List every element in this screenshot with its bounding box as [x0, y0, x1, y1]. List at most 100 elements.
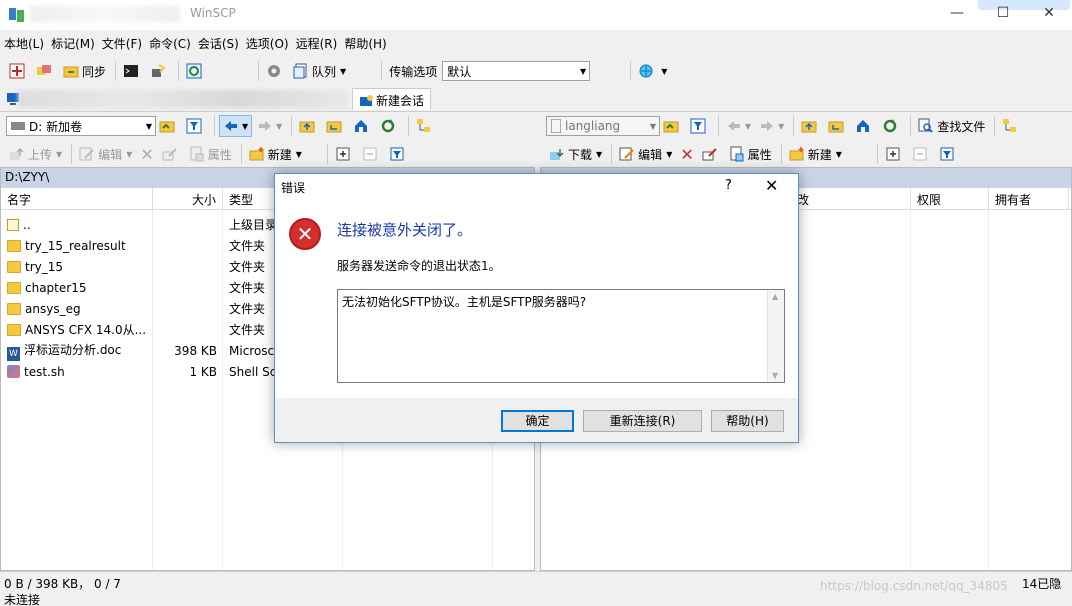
minimize-button[interactable]: — — [934, 0, 980, 30]
right-edit-button[interactable]: 编辑 ▼ — [616, 143, 675, 165]
putty-button[interactable] — [147, 60, 172, 82]
refresh-button[interactable] — [377, 115, 402, 137]
right-unselect-button[interactable] — [909, 143, 934, 165]
menu-session[interactable]: 会话(S) — [194, 32, 242, 52]
right-forward-button[interactable]: ▼ — [756, 115, 787, 137]
sync-button[interactable]: 同步 — [60, 60, 109, 82]
dialog-help-button[interactable]: ? — [725, 178, 732, 193]
tree-button[interactable] — [413, 115, 438, 137]
blurred-title — [30, 6, 180, 22]
left-action-toolbar: 上传 ▼ 编辑 ▼ ✕ 属性 新建 ▼ — [0, 140, 536, 168]
grid-plus-icon — [9, 63, 25, 79]
right-session-select[interactable]: langliang ▼ — [546, 116, 660, 136]
preferences-button[interactable] — [263, 60, 288, 82]
shell-script-icon — [7, 364, 20, 378]
filter-icon — [940, 147, 954, 161]
arrow-left-icon — [728, 121, 740, 131]
transfer-options-select[interactable]: 默认 ▼ — [442, 61, 591, 81]
right-root-dir-button[interactable] — [825, 115, 850, 137]
help-button[interactable]: 帮助(H) — [711, 410, 784, 432]
upload-button[interactable]: 上传 ▼ — [6, 143, 65, 165]
maximize-button[interactable]: ☐ — [980, 0, 1026, 30]
menu-mark[interactable]: 标记(M) — [47, 32, 98, 52]
col-rights-header[interactable]: 权限 — [911, 188, 989, 209]
right-new-button[interactable]: 新建 ▼ — [786, 143, 845, 165]
file-name: .. — [23, 217, 31, 232]
right-filter-select-button[interactable] — [936, 143, 961, 165]
globe-icon — [639, 64, 653, 78]
filter-icon — [390, 147, 404, 161]
add-button[interactable] — [6, 60, 31, 82]
error-sub-message: 服务器发送命令的退出状态1。 — [337, 259, 501, 273]
refresh-session-button[interactable] — [183, 60, 208, 82]
menu-bar: 本地(L) 标记(M) 文件(F) 命令(C) 会话(S) 选项(O) 远程(R) 帮助(H) — [0, 32, 1072, 54]
left-properties-button[interactable]: 属性 — [186, 143, 235, 165]
detail-scrollbar[interactable]: ▲ ▼ — [767, 290, 784, 382]
right-filter-button[interactable] — [687, 115, 712, 137]
new-session-tab[interactable]: 新建会话 — [352, 88, 432, 110]
download-button[interactable]: 下载 ▼ — [546, 143, 605, 165]
col-changed-header[interactable]: 改 — [791, 188, 911, 209]
gear-icon — [268, 65, 281, 77]
network-button[interactable]: ▼ — [635, 60, 670, 82]
home-button[interactable] — [350, 115, 375, 137]
ok-button[interactable]: 确定 — [501, 410, 574, 432]
right-rename-button[interactable] — [699, 143, 724, 165]
right-edit-label: 编辑 — [638, 147, 663, 162]
chevron-down-icon: ▼ — [295, 149, 302, 159]
blurred-session-tab[interactable] — [18, 90, 348, 108]
dialog-close-button[interactable]: ✕ — [765, 176, 778, 195]
left-edit-button[interactable]: 编辑 ▼ — [76, 143, 135, 165]
col-owner-header[interactable]: 拥有者 — [989, 188, 1069, 209]
left-filter-select-button[interactable] — [386, 143, 411, 165]
parent-dir-button[interactable] — [296, 115, 321, 137]
right-home-button[interactable] — [852, 115, 877, 137]
right-props-label: 属性 — [747, 147, 772, 162]
right-properties-button[interactable]: 属性 — [726, 143, 775, 165]
menu-command[interactable]: 命令(C) — [145, 32, 194, 52]
col-name-header[interactable]: 名字 — [1, 188, 153, 209]
right-refresh-button[interactable] — [879, 115, 904, 137]
left-drive-select[interactable]: D: 新加卷 ▼ — [6, 116, 156, 136]
menu-remote[interactable]: 远程(R) — [292, 32, 341, 52]
left-rename-button[interactable] — [159, 143, 184, 165]
right-back-button[interactable]: ▼ — [723, 115, 754, 137]
compare-button[interactable] — [33, 60, 58, 82]
right-tree-button[interactable] — [999, 115, 1024, 137]
back-button[interactable]: ▼ — [219, 115, 253, 137]
right-select-all-button[interactable] — [882, 143, 907, 165]
left-new-label: 新建 — [267, 147, 292, 162]
watermark-text: https://blog.csdn.net/qq_34805 — [820, 579, 1008, 593]
find-files-icon — [918, 118, 934, 133]
col-size-header[interactable]: 大小 — [153, 188, 223, 209]
left-select-all-button[interactable] — [332, 143, 357, 165]
forward-button[interactable]: ▼ — [254, 115, 285, 137]
title-bar: WinSCP — ☐ ✕ — [0, 0, 1072, 30]
right-parent-dir-button[interactable] — [798, 115, 823, 137]
menu-help[interactable]: 帮助(H) — [340, 32, 389, 52]
close-button[interactable]: ✕ — [1026, 0, 1072, 30]
right-open-folder-button[interactable] — [660, 115, 685, 137]
right-delete-button[interactable]: ✕ — [677, 143, 696, 165]
toolbar-separator — [381, 61, 383, 81]
menu-options[interactable]: 选项(O) — [242, 32, 292, 52]
root-dir-button[interactable] — [323, 115, 348, 137]
session-icon — [551, 119, 561, 133]
scroll-up-icon[interactable]: ▲ — [772, 292, 778, 301]
filter-button[interactable] — [183, 115, 208, 137]
left-unselect-button[interactable] — [359, 143, 384, 165]
console-button[interactable] — [120, 60, 145, 82]
open-folder-button[interactable] — [156, 115, 181, 137]
folder-up-icon — [299, 121, 315, 133]
left-new-button[interactable]: 新建 ▼ — [246, 143, 305, 165]
find-files-button[interactable]: 查找文件 — [915, 115, 988, 137]
menu-file[interactable]: 文件(F) — [98, 32, 145, 52]
chevron-down-icon: ▼ — [835, 149, 842, 159]
scroll-down-icon[interactable]: ▼ — [772, 371, 778, 380]
error-detail-textbox[interactable]: 无法初始化SFTP协议。主机是SFTP服务器吗? ▲ ▼ — [337, 289, 785, 383]
queue-button[interactable]: 队列 ▼ — [290, 60, 349, 82]
reconnect-button[interactable]: 重新连接(R) — [583, 410, 702, 432]
left-delete-button[interactable]: ✕ — [137, 143, 156, 165]
new-folder-icon — [789, 147, 804, 161]
menu-local[interactable]: 本地(L) — [0, 32, 47, 52]
